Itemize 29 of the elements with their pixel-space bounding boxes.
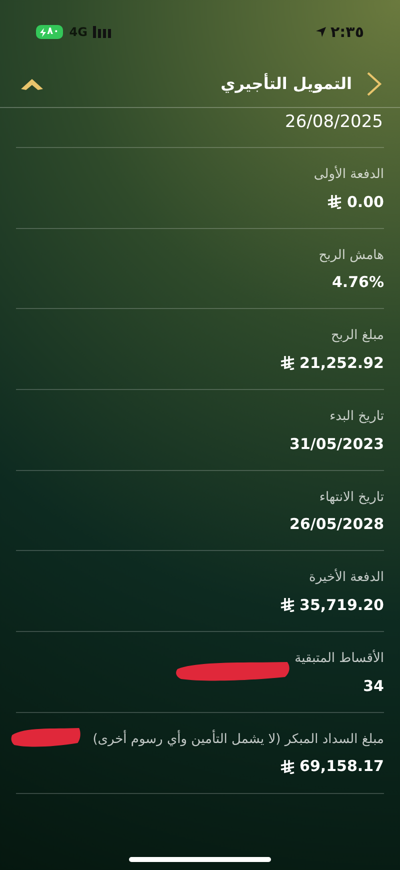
- value-text: 4.76%: [332, 272, 384, 294]
- riyal-sign-icon: [280, 598, 295, 612]
- value-text: 26/05/2028: [290, 514, 384, 536]
- value-text: 26/08/2025: [285, 111, 383, 134]
- caret-up-icon: [20, 76, 44, 90]
- field-label: الدفعة الأولى: [314, 165, 384, 184]
- status-time: ٢:٣٥: [330, 22, 364, 43]
- battery-indicator: ٨٠: [36, 25, 64, 39]
- value-text: 31/05/2023: [290, 434, 384, 455]
- field-label: مبلغ الربح: [331, 327, 384, 346]
- signal-icon: [93, 26, 112, 38]
- field-label: الدفعة الأخيرة: [309, 568, 384, 588]
- field-label: تاريخ الانتهاء: [319, 488, 384, 507]
- location-arrow-icon: [314, 26, 327, 38]
- field-label: الأقساط المتبقية: [294, 649, 384, 668]
- page-title: التمويل التأجيري: [220, 72, 352, 95]
- value-text: 0.00: [346, 192, 384, 212]
- field-label: هامش الربح: [318, 246, 384, 265]
- value-text: 69,158.17: [300, 756, 384, 778]
- field-label: مبلغ السداد المبكر (لا يشمل التأمين وأي رسوم أخرى): [92, 730, 384, 749]
- value-text: 35,719.20: [300, 594, 384, 616]
- value-text: 21,252.92: [300, 352, 384, 374]
- riyal-sign-icon: [280, 760, 295, 774]
- field-label: تاريخ البدء: [330, 408, 384, 426]
- riyal-sign-icon: [326, 194, 342, 209]
- riyal-sign-icon: [280, 356, 295, 370]
- chevron-right-icon: [366, 70, 382, 96]
- value-text: 34: [363, 676, 384, 697]
- back-button[interactable]: [366, 70, 382, 96]
